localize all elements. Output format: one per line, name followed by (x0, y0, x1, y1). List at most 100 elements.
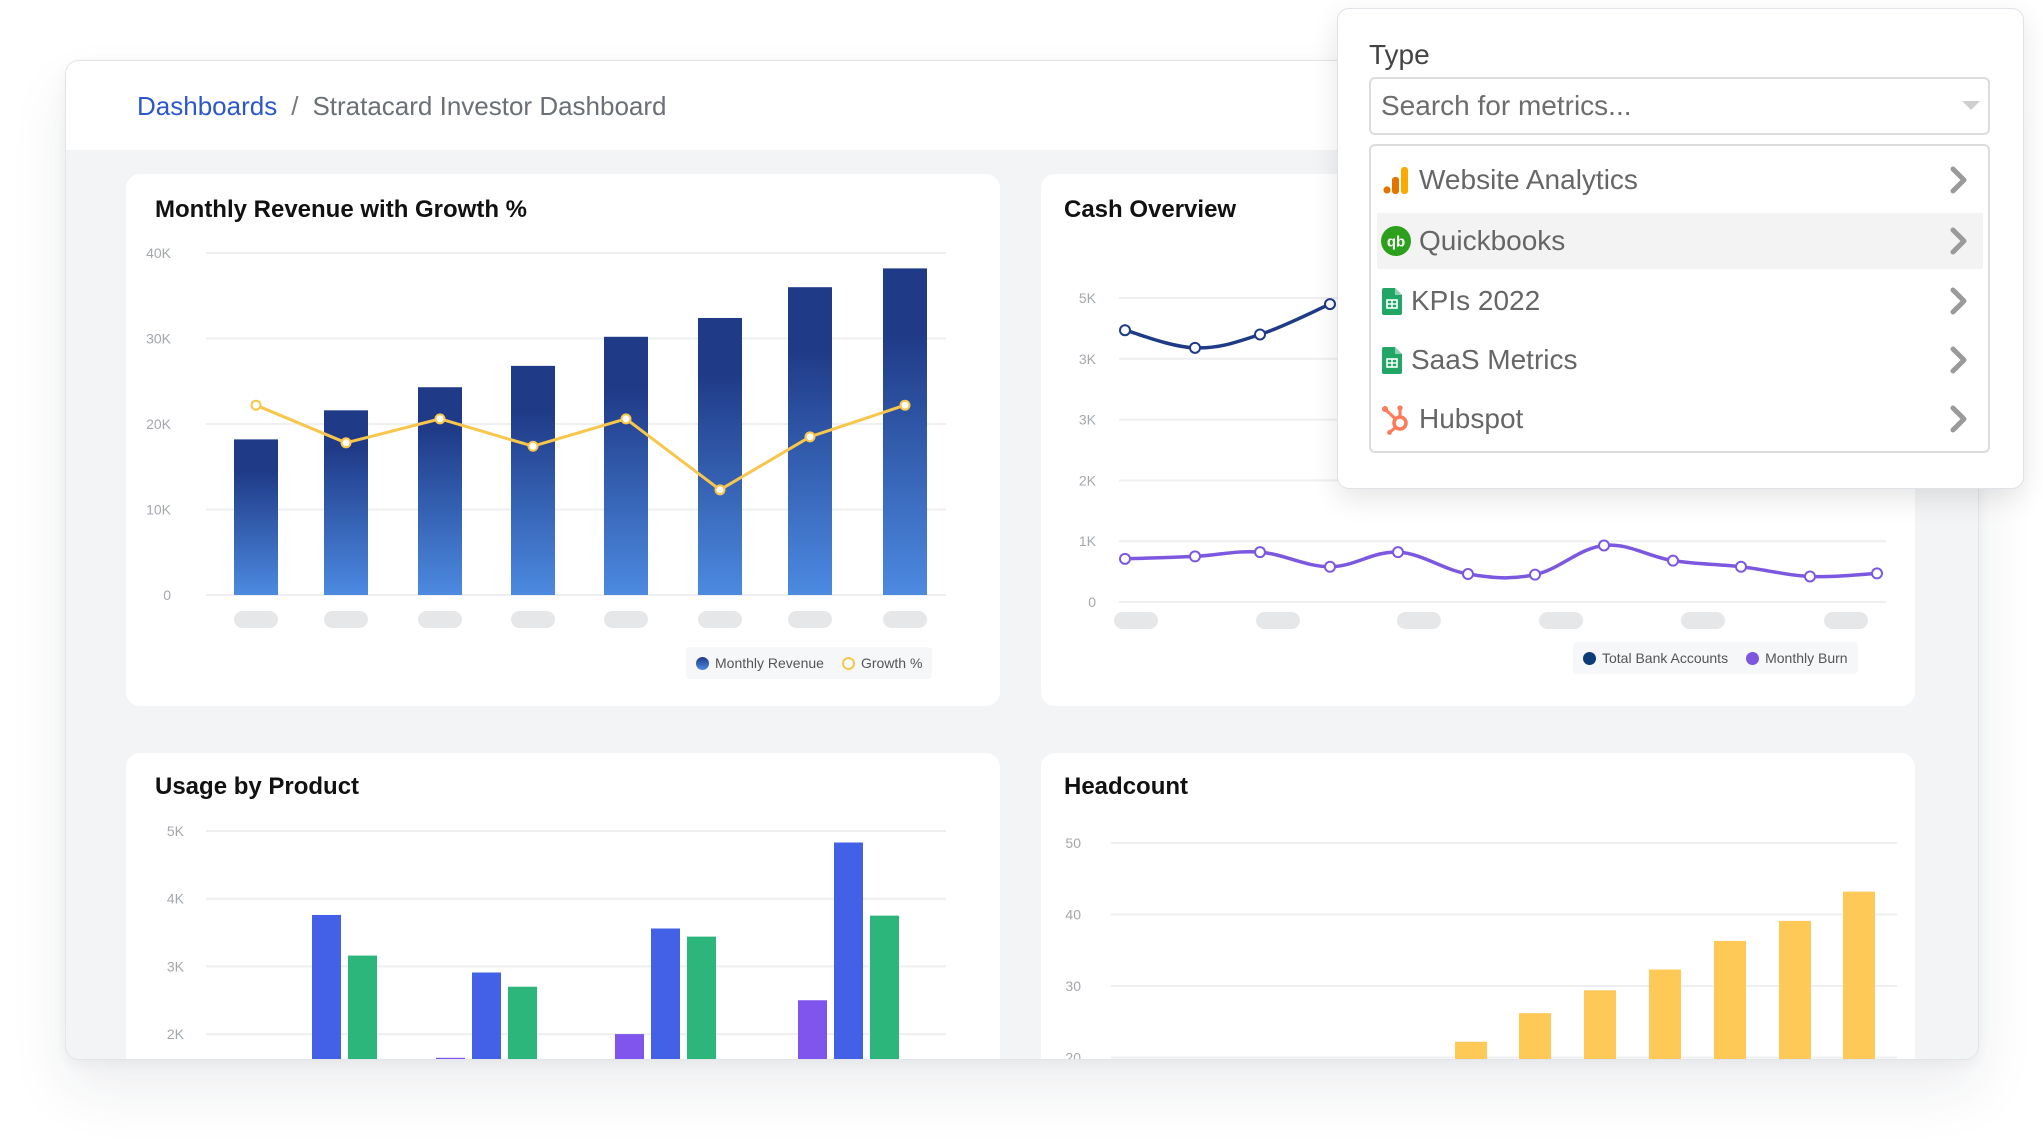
y-tick-label: 10K (146, 502, 172, 518)
y-tick-label: 2K (167, 1026, 185, 1042)
source-item-hubspot[interactable]: Hubspot (1377, 391, 1983, 447)
headcount-bar (1584, 990, 1616, 1059)
headcount-bar (1519, 1013, 1551, 1059)
y-tick-label: 4K (167, 891, 185, 907)
type-label: Type (1369, 39, 1430, 70)
source-item-label: Website Analytics (1419, 164, 1638, 195)
growth-point (250, 399, 262, 411)
source-item-kpis-2022[interactable]: KPIs 2022 (1377, 273, 1983, 329)
y-tick-label: 0 (1088, 594, 1096, 610)
x-tick-placeholder (1681, 612, 1725, 629)
x-tick-placeholder (1397, 612, 1441, 629)
growth-point (620, 413, 632, 425)
source-item-label: KPIs 2022 (1411, 285, 1541, 316)
revenue-bar (698, 317, 742, 595)
y-tick-label: 3K (1079, 351, 1097, 367)
source-item-saas-metrics[interactable]: SaaS Metrics (1377, 332, 1983, 388)
dropdown-caret-icon[interactable] (1962, 101, 1980, 110)
y-tick-label: 40 (1065, 907, 1081, 923)
x-tick-placeholder (1539, 612, 1583, 629)
breadcrumb: Dashboards / Stratacard Investor Dashboard (137, 91, 667, 122)
usage-bar-product-c (687, 936, 716, 1059)
metric-type-popup: Type Website Analytics qb Quickbooks KPI… (1337, 8, 2024, 489)
burn-point (1667, 554, 1679, 567)
usage-bar-product-c (870, 915, 899, 1059)
breadcrumb-dashboards-link[interactable]: Dashboards (137, 91, 277, 121)
growth-point (804, 431, 816, 443)
bank-point (1189, 341, 1201, 354)
growth-point (340, 437, 352, 449)
burn-point (1871, 567, 1883, 580)
usage-bar-product-a (436, 1057, 465, 1059)
legend-item-growth[interactable]: Growth % (841, 655, 923, 671)
usage-bar-product-a (798, 1000, 827, 1059)
burn-point (1735, 560, 1747, 573)
usage-bar-product-b (312, 914, 341, 1059)
growth-point (434, 413, 446, 425)
google-sheets-icon (1381, 345, 1403, 375)
bank-point (1254, 328, 1266, 341)
breadcrumb-separator: / (291, 91, 299, 121)
source-item-website-analytics[interactable]: Website Analytics (1377, 152, 1983, 208)
legend-label: Growth % (860, 655, 923, 671)
legend-item-total-bank-accounts[interactable]: Total Bank Accounts (1583, 650, 1728, 666)
usage-bar-product-a (615, 1034, 644, 1059)
headcount-bar (1455, 1041, 1487, 1059)
revenue-chart: 40K 30K 20K 10K 0 (146, 245, 946, 628)
growth-point (899, 399, 911, 411)
x-tick-placeholder (698, 611, 742, 628)
usage-bar-product-b (651, 928, 680, 1059)
headcount-bar (1779, 920, 1811, 1059)
burn-point (1462, 568, 1474, 581)
google-analytics-icon (1381, 165, 1411, 195)
usage-bar-product-c (348, 955, 377, 1059)
growth-point (527, 440, 539, 452)
source-item-label: Quickbooks (1419, 225, 1566, 256)
chevron-right-icon (1950, 287, 1967, 315)
legend-item-monthly-revenue[interactable]: Monthly Revenue (696, 655, 824, 671)
total-bank-accounts-line (1124, 302, 1331, 350)
bank-point (1324, 298, 1336, 311)
x-tick-placeholder (604, 611, 648, 628)
revenue-bar (883, 268, 927, 595)
legend-label: Total Bank Accounts (1602, 650, 1729, 666)
usage-bar-product-b (834, 842, 863, 1059)
y-tick-label: 3K (167, 958, 185, 974)
legend-swatch-burn (1746, 651, 1760, 665)
headcount-chart: 50 40 30 20 (1065, 835, 1897, 1059)
x-tick-placeholder (418, 611, 462, 628)
x-tick-placeholder (883, 611, 927, 628)
legend-swatch-growth (841, 656, 855, 670)
x-tick-placeholder (1256, 612, 1300, 629)
legend-label: Monthly Revenue (715, 655, 824, 671)
source-item-label: Hubspot (1419, 403, 1524, 434)
legend-item-monthly-burn[interactable]: Monthly Burn (1746, 650, 1848, 666)
source-item-label: SaaS Metrics (1411, 344, 1578, 375)
usage-bar-product-b (472, 972, 501, 1059)
y-tick-label: 5K (1079, 290, 1097, 306)
metric-source-list: Website Analytics qb Quickbooks KPIs 202… (1369, 144, 1990, 453)
burn-point (1189, 550, 1201, 563)
cash-chart-legend: Total Bank Accounts Monthly Burn (1573, 642, 1858, 674)
usage-by-product-card: Usage by Product 5K 4K 3K 2K (126, 753, 1000, 1059)
burn-point (1119, 552, 1131, 565)
x-tick-placeholder (1824, 612, 1868, 629)
revenue-bar (511, 365, 555, 595)
revenue-bar (604, 336, 648, 595)
metric-search-field[interactable] (1369, 77, 1990, 135)
burn-point (1392, 546, 1404, 559)
source-item-quickbooks[interactable]: qb Quickbooks (1377, 213, 1983, 269)
headcount-bar (1843, 891, 1875, 1059)
legend-label: Monthly Burn (1765, 650, 1848, 666)
revenue-bar (234, 439, 278, 595)
quickbooks-icon: qb (1381, 226, 1411, 256)
chevron-right-icon (1950, 166, 1967, 194)
burn-point (1598, 539, 1610, 552)
headcount-bar (1714, 940, 1746, 1059)
y-tick-label: 30 (1065, 978, 1081, 994)
y-tick-label: 1K (1079, 533, 1097, 549)
y-tick-label: 30K (146, 331, 172, 347)
metric-search-input[interactable] (1379, 89, 1943, 123)
x-tick-placeholder (324, 611, 368, 628)
y-tick-label: 5K (167, 823, 185, 839)
